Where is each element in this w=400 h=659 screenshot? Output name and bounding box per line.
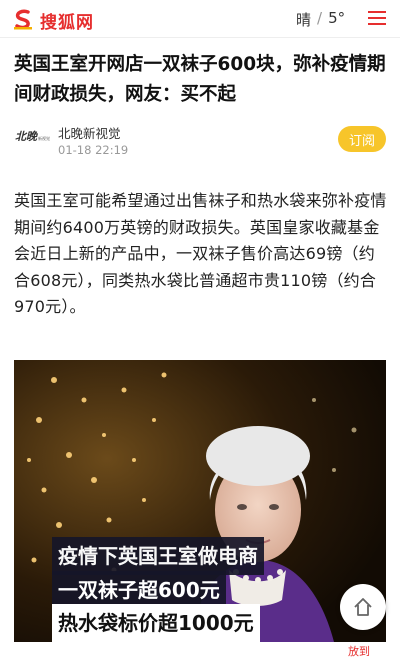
subscribe-button[interactable]: 订阅 xyxy=(338,126,386,152)
weather-separator: / xyxy=(317,9,323,27)
article-title: 英国王室开网店一双袜子600块，弥补疫情期间财政损失，网友：买不起 xyxy=(14,54,386,105)
sohu-logo-icon[interactable] xyxy=(12,8,34,30)
home-button[interactable] xyxy=(340,584,386,630)
weather-condition: 晴 xyxy=(296,11,312,29)
top-bar: 搜狐网 晴 / 5° xyxy=(0,0,400,38)
image-caption-line1: 疫情下英国王室做电商 xyxy=(52,537,264,575)
svg-text:新视觉: 新视觉 xyxy=(38,135,50,141)
source-name[interactable]: 北晚新视觉 xyxy=(58,123,121,142)
weather-temperature: 5° xyxy=(328,9,346,27)
article-body: 英国王室可能希望通过出售袜子和热水袋来弥补疫情期间约6400万英镑的财政损失。英… xyxy=(14,191,387,316)
home-icon xyxy=(354,598,372,616)
publish-time: 01-18 22:19 xyxy=(58,143,129,157)
menu-icon[interactable] xyxy=(368,10,386,26)
app-name[interactable]: 搜狐网 xyxy=(40,8,94,33)
bottom-badge[interactable]: 放到 xyxy=(344,642,374,659)
svg-text:北晚: 北晚 xyxy=(15,130,39,143)
image-caption-line3: 热水袋标价超1000元 xyxy=(52,604,260,642)
source-logo[interactable]: 北晚 新视觉 xyxy=(14,124,52,148)
weather-widget[interactable]: 晴 / 5° xyxy=(296,9,345,30)
